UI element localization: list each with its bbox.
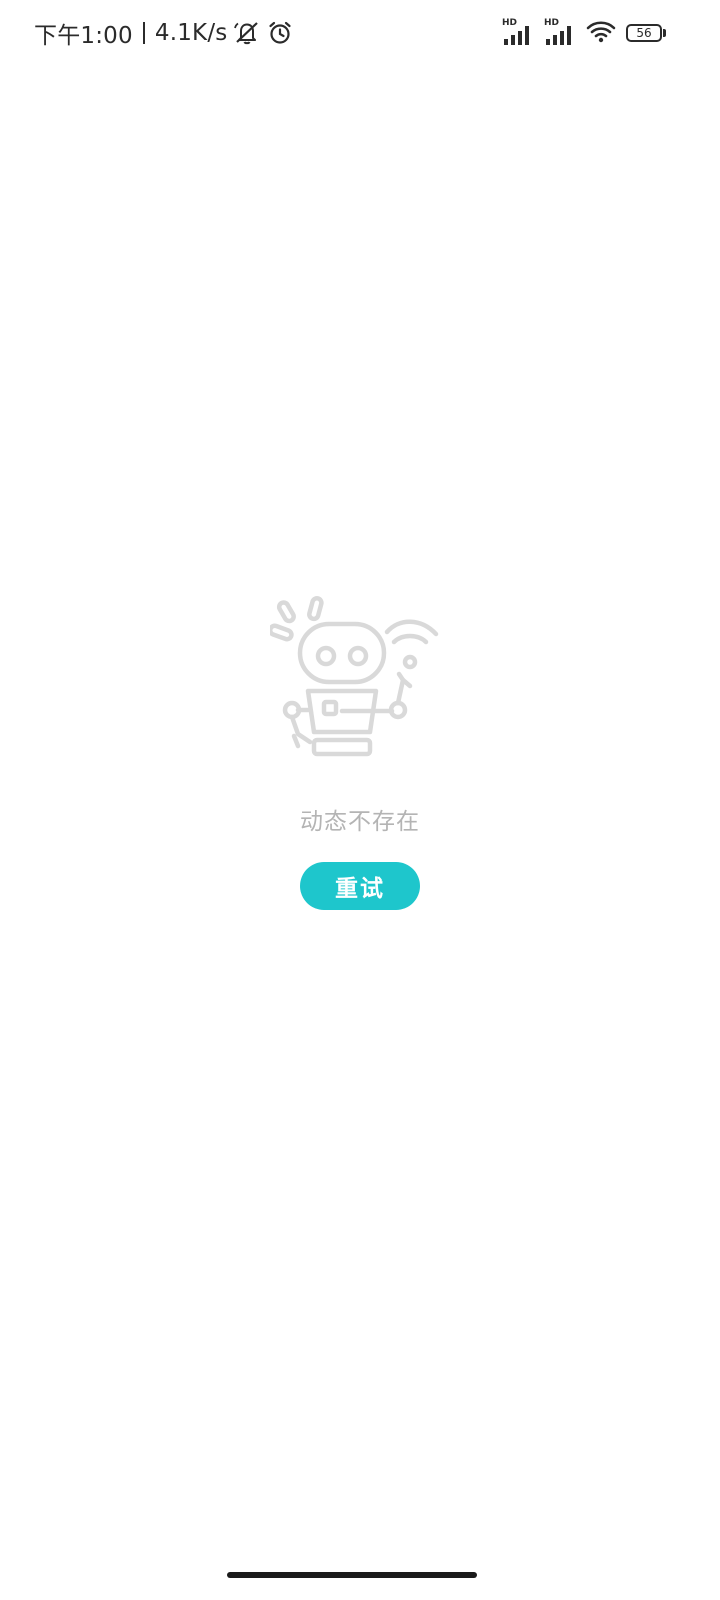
alarm-icon: [267, 20, 293, 46]
screen: 下午1:00 4.1K/s HD HD 56 动态不存在 重试: [0, 0, 720, 1600]
mute-bell-icon: [233, 20, 261, 46]
status-divider: [142, 22, 145, 44]
status-right: HD HD 56: [502, 16, 668, 50]
empty-message: 动态不存在: [300, 809, 420, 835]
signal-icon: HD: [544, 18, 576, 46]
battery-icon: 56: [626, 23, 668, 43]
status-time: 下午1:00: [34, 23, 133, 49]
retry-button[interactable]: 重试: [300, 862, 420, 910]
wifi-icon: [586, 18, 616, 48]
home-indicator[interactable]: [227, 1572, 477, 1578]
empty-state: 动态不存在 重试: [0, 594, 720, 910]
battery-level: 56: [626, 24, 662, 42]
signal-hd-label: HD: [544, 18, 560, 28]
robot-icon: [270, 596, 439, 757]
status-left: 下午1:00 4.1K/s: [34, 16, 293, 50]
battery-tip: [663, 29, 666, 37]
network-speed: 4.1K/s: [154, 20, 228, 46]
status-bar: 下午1:00 4.1K/s HD HD 56: [0, 0, 720, 64]
signal-icon: HD: [502, 18, 534, 46]
signal-hd-label: HD: [502, 18, 518, 28]
